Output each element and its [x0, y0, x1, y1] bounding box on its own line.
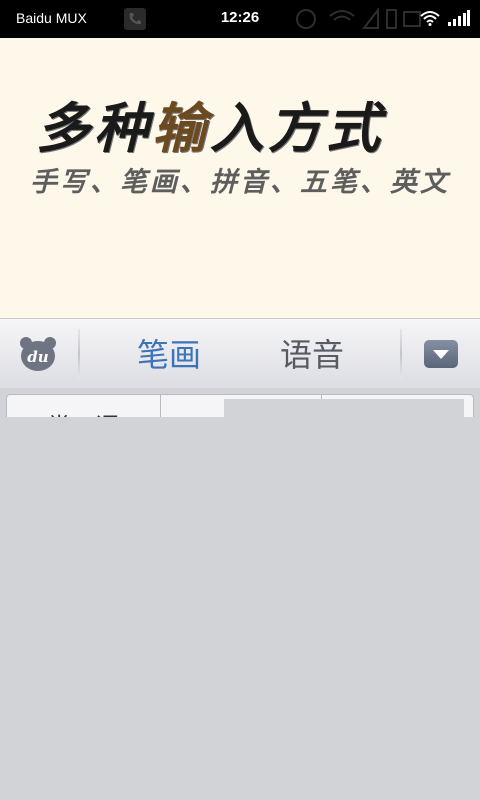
baidu-logo-button[interactable]: du	[18, 335, 58, 373]
signal-strength-icon	[448, 10, 470, 30]
tab-voice[interactable]: 语音	[280, 335, 344, 375]
banner-title-part1: 多种	[36, 96, 152, 160]
toolbar-divider-left	[78, 329, 80, 379]
dropdown-menu-button[interactable]	[424, 340, 458, 368]
banner-title: 多种输入方式	[36, 84, 384, 163]
keyboard-area: 常口语	[0, 388, 480, 800]
banner-title-highlight: 输	[152, 96, 210, 160]
promo-banner: 多种输入方式 手写、笔画、拼音、五笔、英文	[0, 38, 480, 318]
input-method-toolbar: du 笔画 语音	[0, 318, 480, 388]
faded-status-icons	[292, 6, 422, 32]
loading-overlay	[0, 417, 480, 800]
wifi-icon	[420, 10, 440, 30]
banner-subtitle: 手写、笔画、拼音、五笔、英文	[30, 167, 450, 198]
status-bar: Baidu MUX 12:26	[0, 0, 480, 38]
banner-title-part2: 入方式	[210, 96, 384, 160]
baidu-logo-text: du	[27, 348, 48, 366]
chevron-down-icon	[433, 350, 449, 359]
loading-overlay-top	[224, 399, 464, 419]
tab-stroke[interactable]: 笔画	[137, 335, 201, 375]
toolbar-divider-right	[400, 329, 402, 379]
